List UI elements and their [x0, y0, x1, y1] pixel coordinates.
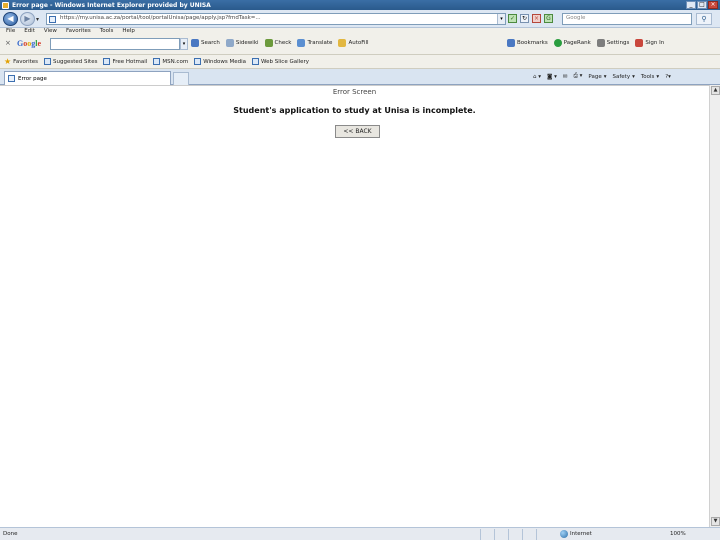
favorites-bar: ★ Favorites Suggested Sites Free Hotmail …: [0, 55, 720, 69]
google-logo: Google: [17, 39, 42, 48]
home-button[interactable]: ⌂ ▾: [533, 73, 541, 80]
translate-button[interactable]: Translate: [297, 39, 332, 47]
search-input[interactable]: Google: [562, 13, 692, 25]
page-content: Error Screen Student's application to st…: [0, 85, 709, 527]
url-dropdown-icon[interactable]: ▾: [497, 14, 505, 24]
google-search-dropdown-icon[interactable]: ▾: [180, 38, 188, 50]
page-title: Error Screen: [332, 88, 377, 96]
google-search-input[interactable]: [50, 38, 180, 50]
link-suggested-sites[interactable]: Suggested Sites: [44, 58, 97, 65]
sidewiki-icon: [225, 39, 234, 47]
safety-menu-button[interactable]: Safety ▾: [613, 73, 635, 80]
link-icon: [252, 58, 260, 65]
forward-nav-button[interactable]: ▶: [20, 12, 35, 26]
check-button[interactable]: Check: [264, 39, 291, 47]
compatibility-icon[interactable]: ✓: [508, 14, 517, 23]
menu-file[interactable]: File: [6, 28, 15, 38]
close-toolbar-icon[interactable]: ×: [5, 39, 11, 47]
star-icon: ★: [4, 57, 12, 66]
link-icon: [103, 58, 111, 65]
sidewiki-button[interactable]: Sidewiki: [225, 39, 259, 47]
bookmark-icon: [507, 39, 515, 47]
page-icon: [49, 16, 56, 23]
security-zone[interactable]: Internet: [560, 530, 592, 538]
menu-bar: File Edit View Favorites Tools Help: [0, 28, 160, 38]
tools-menu-button[interactable]: Tools ▾: [641, 73, 659, 80]
autofill-button[interactable]: AutoFill: [338, 39, 369, 47]
menu-view[interactable]: View: [44, 28, 57, 38]
settings-button[interactable]: Settings: [596, 39, 629, 47]
address-bar-row: ◀ ▶ ▾ https://my.unisa.ac.za/portal/tool…: [0, 10, 720, 28]
wrench-icon: [596, 39, 605, 47]
page-icon: [8, 75, 15, 82]
google-toolbar-items: Search Sidewiki Check Translate AutoFill: [191, 39, 369, 47]
vertical-scrollbar[interactable]: ▲ ▼: [709, 85, 720, 527]
status-text: Done: [3, 531, 18, 537]
google-search-button[interactable]: Search: [191, 39, 220, 47]
feeds-button[interactable]: ◙ ▾: [547, 73, 557, 80]
address-input[interactable]: https://my.unisa.ac.za/portal/tool/porta…: [46, 13, 506, 25]
back-nav-button[interactable]: ◀: [3, 12, 18, 26]
status-panes: [480, 529, 549, 540]
back-button[interactable]: << BACK: [335, 125, 380, 138]
google-toolbar-right: Bookmarks PageRank Settings Sign In: [507, 39, 664, 47]
search-placeholder: Google: [566, 15, 586, 21]
menu-help[interactable]: Help: [122, 28, 135, 38]
sign-in-icon: [635, 39, 644, 47]
close-window-button[interactable]: ×: [708, 1, 718, 9]
help-icon[interactable]: ?▾: [665, 73, 671, 80]
print-button[interactable]: ⎙ ▾: [573, 73, 582, 80]
window-title: Error page - Windows Internet Explorer p…: [12, 1, 211, 9]
refresh-icon[interactable]: ↻: [520, 14, 529, 23]
search-icon[interactable]: ⚲: [696, 13, 712, 25]
link-icon: [44, 58, 52, 65]
menu-tools[interactable]: Tools: [100, 28, 114, 38]
error-message: Student's application to study at Unisa …: [233, 106, 476, 115]
url-text: https://my.unisa.ac.za/portal/tool/porta…: [60, 15, 261, 21]
menu-favorites[interactable]: Favorites: [66, 28, 91, 38]
google-search-icon: [191, 39, 199, 47]
window-controls: _ □ ×: [686, 1, 718, 9]
command-bar: ⌂ ▾ ◙ ▾ ✉ ⎙ ▾ Page ▾ Safety ▾ Tools ▾ ?▾: [533, 73, 671, 80]
recent-pages-dropdown-icon[interactable]: ▾: [36, 16, 39, 23]
ie-icon: [2, 1, 9, 9]
bookmarks-button[interactable]: Bookmarks: [507, 39, 548, 47]
stop-icon[interactable]: ×: [532, 14, 541, 23]
page-menu-button[interactable]: Page ▾: [588, 73, 606, 80]
autofill-icon: [338, 39, 347, 47]
link-free-hotmail[interactable]: Free Hotmail: [103, 58, 147, 65]
link-msn[interactable]: MSN.com: [153, 58, 188, 65]
new-tab-button[interactable]: [173, 72, 189, 85]
pagerank-icon: [553, 39, 562, 47]
tab-label: Error page: [18, 75, 47, 82]
minimize-button[interactable]: _: [686, 1, 696, 9]
google-search-provider-icon[interactable]: G: [544, 14, 553, 23]
scroll-up-icon[interactable]: ▲: [711, 86, 720, 95]
address-tools: ✓ ↻ × G: [508, 14, 553, 23]
window-title-bar: Error page - Windows Internet Explorer p…: [0, 0, 720, 10]
scroll-down-icon[interactable]: ▼: [711, 517, 720, 526]
tab-row: Error page ⌂ ▾ ◙ ▾ ✉ ⎙ ▾ Page ▾ Safety ▾ T…: [0, 69, 720, 85]
sign-in-button[interactable]: Sign In: [635, 39, 664, 47]
tab-error-page[interactable]: Error page: [4, 71, 171, 85]
menu-edit[interactable]: Edit: [24, 28, 35, 38]
spellcheck-icon: [264, 39, 273, 47]
link-icon: [153, 58, 161, 65]
translate-icon: [297, 39, 306, 47]
link-windows-media[interactable]: Windows Media: [194, 58, 246, 65]
pagerank-button[interactable]: PageRank: [553, 39, 591, 47]
globe-icon: [560, 530, 568, 538]
mail-button[interactable]: ✉: [563, 73, 568, 80]
link-web-slice-gallery[interactable]: Web Slice Gallery: [252, 58, 309, 65]
maximize-button[interactable]: □: [697, 1, 707, 9]
link-icon: [194, 58, 202, 65]
favorites-button[interactable]: ★ Favorites: [4, 57, 38, 66]
zoom-level[interactable]: 100%: [670, 531, 686, 537]
status-bar: Done Internet 100%: [0, 527, 720, 540]
